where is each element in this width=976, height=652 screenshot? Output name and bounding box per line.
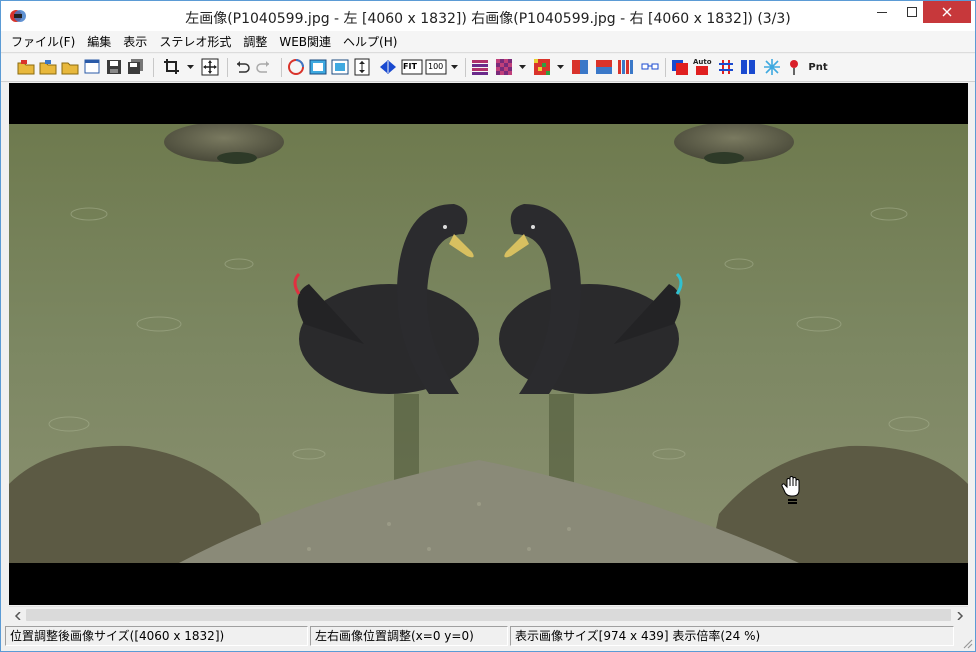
menu-help[interactable]: ヘルプ(H) <box>337 32 403 52</box>
close-icon <box>942 7 952 17</box>
stereo-photo[interactable] <box>9 124 968 563</box>
anaglyph-icon <box>672 60 688 75</box>
zoom-dropdown-icon[interactable] <box>451 62 458 72</box>
scroll-right-button[interactable] <box>951 607 968 624</box>
pin-icon <box>790 60 798 75</box>
snowflake-icon <box>764 59 780 75</box>
window-button[interactable] <box>83 58 101 76</box>
zoom-100-button[interactable]: 100 <box>425 58 447 76</box>
window-title: 左画像(P1040599.jpg - 左 [4060 x 1832]) 右画像(… <box>185 11 791 27</box>
toolbar: FIT 100 Auto Pnt <box>1 54 975 82</box>
open-folder-icon <box>61 62 79 75</box>
top-bottom-icon <box>596 60 612 74</box>
scroll-left-button[interactable] <box>9 607 26 624</box>
menu-file[interactable]: ファイル(F) <box>5 32 81 52</box>
split-view-button[interactable] <box>739 58 757 76</box>
save-multiple-icon <box>128 59 143 74</box>
point-button[interactable]: Pnt <box>807 58 829 76</box>
open-right-image-button[interactable] <box>39 58 57 76</box>
menu-edit[interactable]: 編集 <box>81 32 117 52</box>
status-lr-adjust: 左右画像位置調整(x=0 y=0) <box>310 626 508 646</box>
menu-adjust[interactable]: 調整 <box>237 32 273 52</box>
grid-button[interactable] <box>717 58 735 76</box>
crop-icon <box>164 59 179 74</box>
align-arrows-icon <box>380 60 396 74</box>
crop-dropdown-icon[interactable] <box>187 62 194 72</box>
open-folder-button[interactable] <box>61 58 79 76</box>
side-by-side-icon <box>572 60 588 74</box>
pnt-label: Pnt <box>808 61 828 73</box>
move-arrows-icon <box>201 58 219 76</box>
move-button[interactable] <box>201 58 219 76</box>
open-left-image-button[interactable] <box>17 58 35 76</box>
open-folder-blue-icon <box>39 60 57 75</box>
anaglyph-button[interactable] <box>671 58 689 76</box>
fit-height-icon <box>354 58 370 76</box>
redo-button[interactable] <box>255 58 273 76</box>
view-mode-2-button[interactable] <box>331 58 349 76</box>
swap-icon <box>288 59 304 75</box>
checker-button[interactable] <box>495 58 513 76</box>
side-by-side-button[interactable] <box>571 58 589 76</box>
checker-dropdown-icon[interactable] <box>519 62 526 72</box>
color-pattern-button[interactable] <box>533 58 551 76</box>
swap-lr-button[interactable] <box>287 58 305 76</box>
maximize-icon <box>907 7 917 17</box>
menu-view[interactable]: 表示 <box>117 32 153 52</box>
open-folder-red-icon <box>17 60 35 75</box>
fit-label: FIT <box>403 62 417 71</box>
line-interlace-icon <box>472 60 488 75</box>
crop-button[interactable] <box>163 58 181 76</box>
minimize-button[interactable] <box>867 1 897 23</box>
save-disk-icon <box>107 60 121 74</box>
auto-label: Auto <box>693 58 712 66</box>
line-interlace-button[interactable] <box>471 58 489 76</box>
chevron-left-icon <box>14 611 21 620</box>
save-all-button[interactable] <box>127 58 145 76</box>
top-bottom-button[interactable] <box>595 58 613 76</box>
sparkle-button[interactable] <box>763 58 781 76</box>
window-icon <box>84 59 100 74</box>
resize-grip-icon[interactable] <box>961 637 973 649</box>
column-interlace-button[interactable] <box>617 58 635 76</box>
zoom-100-label: 100 <box>428 62 444 71</box>
fit-height-button[interactable] <box>353 58 371 76</box>
color-pattern-icon <box>534 59 550 75</box>
view-mode-1-button[interactable] <box>309 58 327 76</box>
scroll-thumb[interactable] <box>26 609 951 621</box>
fit-button[interactable]: FIT <box>401 58 423 76</box>
save-button[interactable] <box>105 58 123 76</box>
redo-icon <box>256 61 269 73</box>
column-interlace-icon <box>618 60 633 74</box>
glasses-button[interactable] <box>641 58 659 76</box>
menu-web[interactable]: WEB関連 <box>273 32 337 52</box>
align-button[interactable] <box>379 58 397 76</box>
status-display-size: 表示画像サイズ[974 x 439] 表示倍率(24 %) <box>510 626 954 646</box>
frame-filled-icon <box>309 59 327 75</box>
frame-outline-icon <box>331 59 349 75</box>
pin-button[interactable] <box>785 58 803 76</box>
undo-icon <box>237 61 250 73</box>
horizontal-scrollbar[interactable] <box>9 606 968 623</box>
status-bar: 位置調整後画像サイズ([4060 x 1832]) 左右画像位置調整(x=0 y… <box>1 624 975 651</box>
undo-button[interactable] <box>233 58 251 76</box>
color-dropdown-icon[interactable] <box>557 62 564 72</box>
app-window: 左画像(P1040599.jpg - 左 [4060 x 1832]) 右画像(… <box>0 0 976 652</box>
title-bar[interactable]: 左画像(P1040599.jpg - 左 [4060 x 1832]) 右画像(… <box>1 1 975 31</box>
image-viewport[interactable] <box>9 83 968 605</box>
menu-bar: ファイル(F) 編集 表示 ステレオ形式 調整 WEB関連 ヘルプ(H) <box>1 31 975 53</box>
split-view-icon <box>741 60 755 74</box>
checker-icon <box>496 59 512 75</box>
minimize-icon <box>877 12 887 13</box>
menu-stereo-format[interactable]: ステレオ形式 <box>153 32 237 52</box>
close-button[interactable] <box>923 1 971 23</box>
grid-hash-icon <box>719 60 733 74</box>
glasses-icon <box>641 63 659 70</box>
chevron-right-icon <box>956 611 963 620</box>
status-adjusted-size: 位置調整後画像サイズ([4060 x 1832]) <box>5 626 308 646</box>
auto-adjust-button[interactable]: Auto <box>693 58 712 76</box>
